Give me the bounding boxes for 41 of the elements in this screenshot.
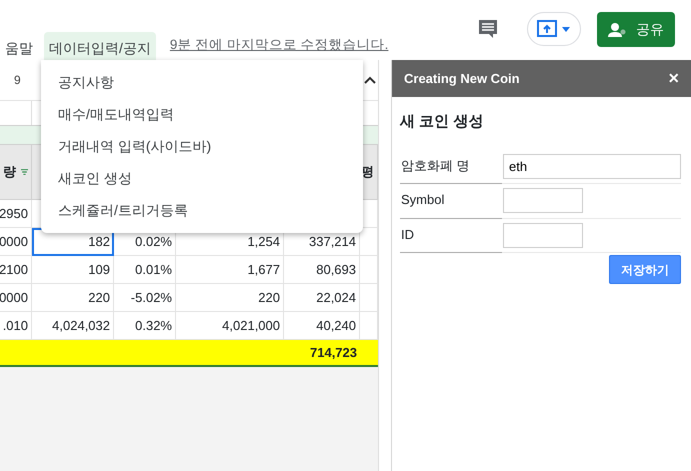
menu-item[interactable]: 움말	[0, 32, 38, 60]
filter-icon[interactable]	[21, 167, 28, 177]
field-label: ID	[400, 218, 502, 253]
table-cell[interactable]: 0000	[0, 228, 32, 256]
table-cell[interactable]: 0000	[0, 284, 32, 312]
table-cell[interactable]: 2950	[0, 200, 32, 228]
table-cell[interactable]: -5.02%	[114, 284, 176, 312]
column-header: 량	[3, 163, 16, 182]
table-cell[interactable]: 182	[32, 228, 114, 256]
person-icon	[608, 22, 628, 38]
column-header: 평	[361, 163, 374, 182]
field-label: 암호화폐 명	[400, 150, 502, 184]
menu-option[interactable]: 공지사항	[41, 66, 363, 98]
form-heading: 새 코인 생성	[400, 112, 484, 132]
sidebar-title: Creating New Coin	[404, 70, 520, 88]
input-field[interactable]: eth	[503, 154, 681, 178]
table-cell[interactable]: 220	[176, 284, 284, 312]
last-edit-link[interactable]: 9분 전에 마지막으로 수정했습니다.	[170, 34, 388, 60]
menu-option[interactable]: 새코인 생성	[41, 162, 363, 194]
table-cell[interactable]: 2100	[0, 256, 32, 284]
input-field[interactable]	[503, 188, 583, 213]
menu-option[interactable]: 거래내역 입력(사이드바)	[41, 130, 363, 162]
collapse-icon[interactable]	[364, 76, 376, 84]
table-cell[interactable]: 80,693	[284, 256, 360, 284]
present-button[interactable]	[527, 12, 581, 46]
menu-option[interactable]: 매수/매도내역입력	[41, 98, 363, 130]
table-cell[interactable]: 220	[32, 284, 114, 312]
close-button[interactable]: ×	[668, 65, 679, 92]
present-icon	[536, 19, 572, 39]
font-size[interactable]: 9	[14, 71, 21, 89]
field-label: Symbol	[400, 184, 502, 218]
share-button[interactable]: 공유	[597, 12, 675, 47]
menu-option[interactable]: 스케쥴러/트리거등록	[41, 194, 363, 226]
table-cell[interactable]: 22,024	[284, 284, 360, 312]
table-cell[interactable]: 1,677	[176, 256, 284, 284]
total-value: 714,723	[310, 344, 357, 362]
input-field[interactable]	[503, 222, 583, 248]
comment-icon[interactable]	[477, 18, 499, 40]
table-cell[interactable]: 0.01%	[114, 256, 176, 284]
menu-item[interactable]: 데이터입력/공지	[44, 32, 156, 60]
table-cell[interactable]: 109	[32, 256, 114, 284]
